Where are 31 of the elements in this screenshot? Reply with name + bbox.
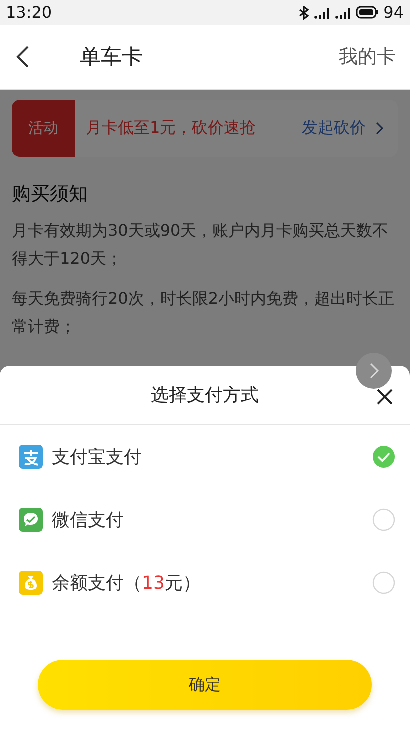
confirm-button[interactable]: 确定 [38, 660, 372, 710]
promo-text: 月卡低至1元，砍价速抢 [86, 118, 258, 139]
close-icon[interactable] [376, 388, 394, 406]
page-title: 单车卡 [80, 44, 144, 71]
signal-icon [314, 6, 330, 20]
radio-icon[interactable] [372, 570, 396, 594]
notice-paragraph: 月卡有效期为30天或90天，账户内月卡购买总天数不得大于120天； [12, 220, 390, 270]
chat-bubble-icon [19, 508, 43, 532]
payment-option[interactable]: 余额支付（13元） [0, 551, 410, 614]
section-heading: 购买须知 [12, 182, 89, 207]
next-button[interactable] [356, 353, 392, 389]
my-cards-link[interactable]: 我的卡 [339, 44, 396, 70]
radio-checked-icon[interactable] [372, 444, 396, 468]
promo-tag: 活动 [12, 100, 75, 157]
battery-icon [356, 6, 379, 19]
option-label: 支付宝支付 [52, 446, 143, 468]
option-label: 余额支付（13元） [52, 572, 202, 594]
option-label: 微信支付 [52, 508, 125, 532]
payment-app-icon [19, 444, 43, 468]
back-icon[interactable] [16, 46, 30, 68]
payment-option[interactable]: 微信支付 [0, 488, 410, 551]
signal-icon [334, 6, 351, 20]
sheet-title: 选择支付方式 [151, 384, 259, 407]
payment-option[interactable]: 支付宝支付 [0, 425, 410, 488]
chevron-right-icon [376, 122, 384, 135]
battery-level: 94 [384, 3, 404, 22]
bluetooth-icon [298, 6, 309, 20]
radio-icon[interactable] [372, 508, 396, 532]
notice-paragraph: 每天免费骑行20次，时长限2小时内免费，超出时长正常计费； [12, 288, 396, 338]
money-bag-icon [19, 570, 43, 594]
clock-time: 13:20 [6, 3, 52, 22]
